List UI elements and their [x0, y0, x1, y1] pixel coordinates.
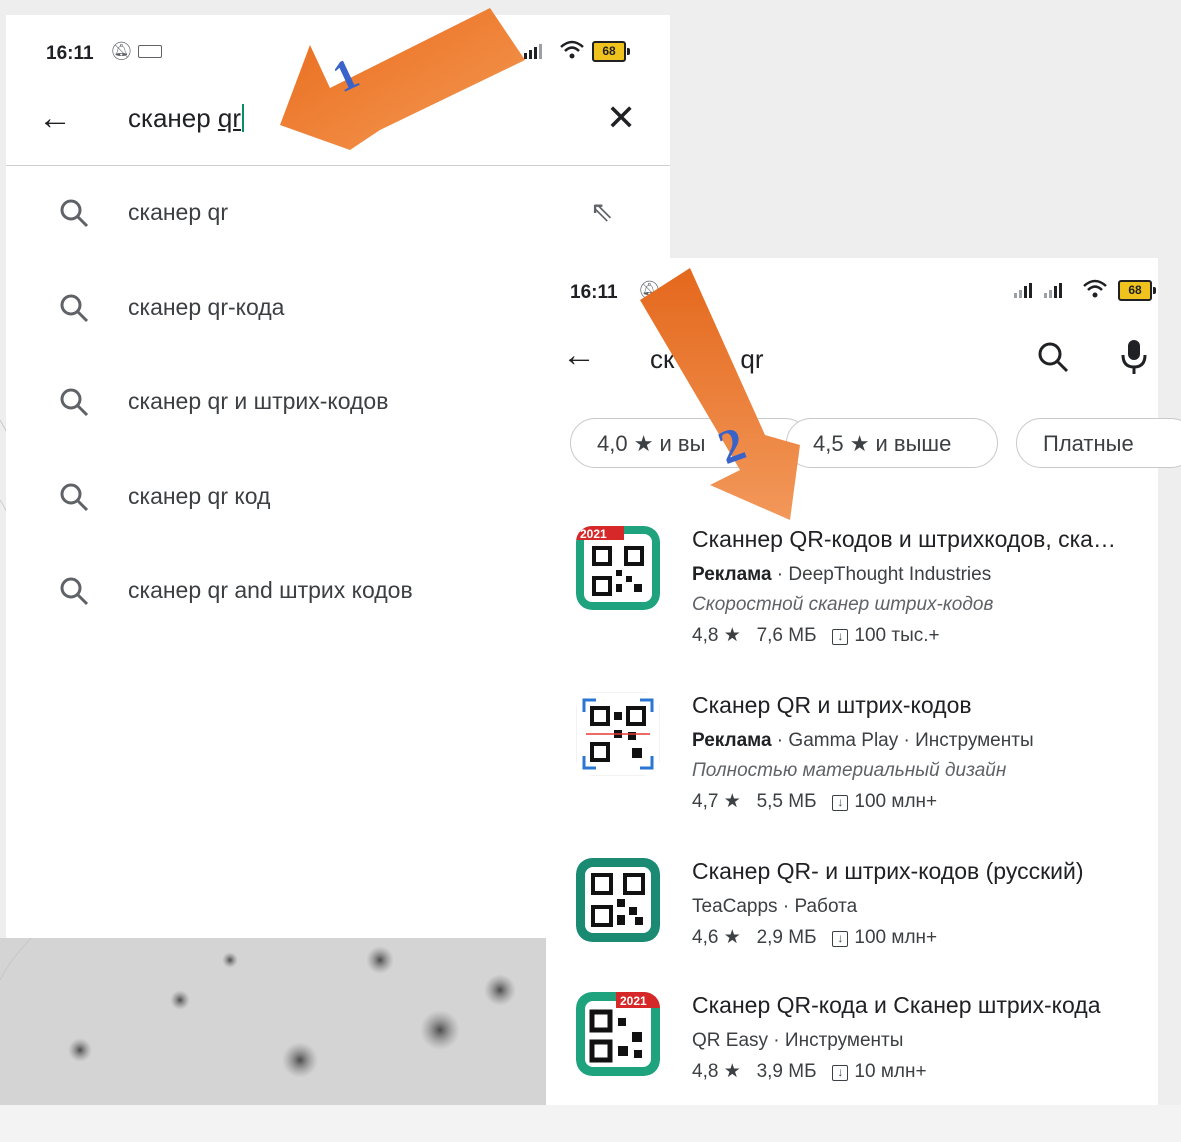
qr-app-icon — [576, 692, 660, 776]
download-icon: ↓ — [832, 1065, 849, 1081]
suggestion-label: сканер qr — [128, 199, 228, 225]
app-title: Сканер QR и штрих-кодов — [692, 692, 972, 718]
search-query[interactable]: ск qr — [650, 344, 764, 375]
status-time: 16:11 — [46, 43, 94, 64]
search-icon[interactable] — [1036, 340, 1070, 374]
status-time: 16:11 — [570, 282, 618, 303]
filter-chip-4-5[interactable]: 4,5 ★ и выше — [786, 418, 998, 468]
search-query-qr: qr — [217, 103, 242, 133]
suggestion-label: сканер qr код — [128, 482, 271, 509]
app-meta: Реклама · Gamma Play · Инструменты — [692, 730, 1034, 751]
app-title: Сканнер QR-кодов и штрихкодов, ска… — [692, 526, 1116, 552]
signal-icon — [524, 44, 542, 59]
app-stats: 4,8 ★ 3,9 МБ ↓ 10 млн+ — [692, 1061, 927, 1082]
clear-icon[interactable]: ✕ — [606, 97, 636, 139]
search-bar: ← сканер qr ✕ — [6, 85, 670, 166]
wifi-icon — [1083, 279, 1107, 298]
wifi-icon — [560, 40, 584, 59]
qr-app-icon: 2021 — [576, 992, 660, 1076]
search-icon — [60, 199, 89, 228]
search-input[interactable]: сканер qr — [128, 103, 245, 134]
app-title: Сканер QR- и штрих-кодов (русский) — [692, 858, 1084, 884]
mute-icon: 🔕︎ — [110, 41, 133, 61]
app-title: Сканер QR-кода и Сканер штрих-кода — [692, 992, 1101, 1018]
app-description: Скоростной сканер штрих-кодов — [692, 594, 994, 615]
filter-chip-4-0[interactable]: 4,0 ★ и вы — [570, 418, 810, 468]
suggestion-label: сканер qr-кода — [128, 293, 285, 320]
download-icon: ↓ — [832, 931, 849, 947]
year-badge: 2021 — [620, 994, 647, 1008]
suggestion-label: сканер qr и штрих-кодов — [128, 388, 389, 414]
app-meta: TeaCapps · Работа — [692, 896, 858, 917]
app-result-item[interactable]: 2021 Сканер QR-кода и Сканер штрих-кода … — [546, 992, 1158, 1142]
year-badge: 2021 — [580, 527, 607, 541]
app-stats: 4,6 ★ 2,9 МБ ↓ 100 млн+ — [692, 927, 938, 948]
search-results-screen: 16:11 🔕︎ 68 ← ск qr 4,0 ★ и вы 4,5 ★ и вы… — [546, 258, 1181, 1105]
app-meta: QR Easy · Инструменты — [692, 1030, 904, 1051]
battery-indicator: 68 — [592, 41, 630, 62]
download-icon: ↓ — [832, 629, 849, 645]
search-icon — [60, 483, 89, 511]
keyboard-icon — [138, 45, 162, 58]
back-arrow-icon[interactable]: ← — [38, 99, 72, 138]
microphone-icon[interactable] — [1120, 338, 1148, 376]
arrow-up-left-icon[interactable]: ⇖ — [590, 195, 613, 228]
signal-icon — [1014, 283, 1062, 298]
app-result-item[interactable]: Сканер QR- и штрих-кодов (русский) TeaCa… — [546, 858, 1158, 1008]
app-stats: 4,8 ★ 7,6 МБ ↓ 100 тыс.+ — [692, 625, 940, 646]
battery-indicator: 68 — [1118, 280, 1156, 301]
app-stats: 4,7 ★ 5,5 МБ ↓ 100 млн+ — [692, 791, 938, 812]
suggestion-label: сканер qr and штрих кодов — [128, 577, 413, 603]
app-result-item[interactable]: Сканер QR и штрих-кодов Реклама · Gamma … — [546, 692, 1158, 842]
search-icon — [60, 388, 89, 417]
app-result-item[interactable]: 2021 Сканнер QR-кодов и штрихкодов, ска…… — [546, 526, 1158, 676]
back-arrow-icon[interactable]: ← — [562, 336, 596, 375]
download-icon: ↓ — [832, 795, 849, 811]
mute-icon: 🔕︎ — [638, 280, 661, 300]
app-meta: Реклама · DeepThought Industries — [692, 564, 992, 585]
filter-chip-paid[interactable]: Платные — [1016, 418, 1181, 468]
app-description: Полностью материальный дизайн — [692, 760, 1007, 781]
qr-app-icon: 2021 — [576, 526, 660, 610]
search-icon — [60, 577, 89, 606]
qr-app-icon — [576, 858, 660, 942]
text-cursor — [242, 104, 245, 132]
search-icon — [60, 294, 89, 322]
suggestion-item[interactable]: сканер qr ⇖ — [6, 167, 670, 262]
